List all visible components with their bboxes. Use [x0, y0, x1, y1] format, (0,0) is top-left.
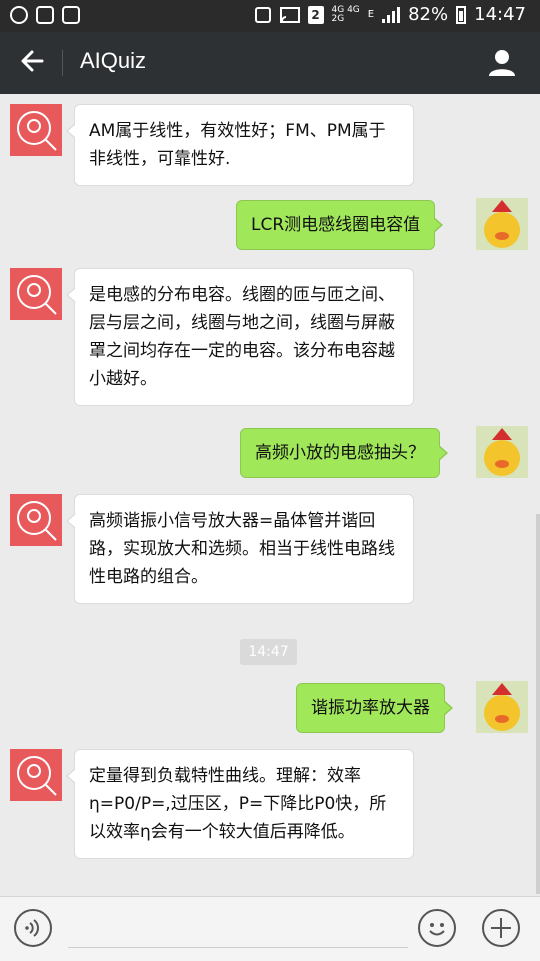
- message-bubble-bot[interactable]: 高频谐振小信号放大器=晶体管并谐回路，实现放大和选频。相当于线性电路线性电路的组…: [66, 494, 414, 604]
- status-bar: 2 4G 4G 2G E 82% 14:47: [0, 0, 540, 32]
- smiley-icon: [429, 923, 445, 936]
- message-bubble-bot[interactable]: 定量得到负载特性曲线。理解：效率η=P0/P=,过压区，P=下降比P0快，所以效…: [66, 749, 414, 859]
- message-bubble-user[interactable]: 谐振功率放大器: [296, 683, 453, 733]
- recycle-icon: [254, 6, 271, 23]
- user-avatar[interactable]: [476, 198, 528, 250]
- system-indicators: 2 4G 4G 2G E 82% 14:47: [254, 4, 526, 25]
- signal-type: E: [367, 9, 375, 20]
- user-duck-icon: [484, 428, 520, 476]
- sim-badge: 2: [307, 5, 324, 24]
- message-bubble-bot[interactable]: AM属于线性，有效性好；FM、PM属于非线性，可靠性好.: [66, 104, 414, 186]
- network-type: 4G 4G 2G: [331, 5, 360, 24]
- chat-scrollbar[interactable]: [536, 514, 540, 894]
- input-bar: [0, 896, 540, 961]
- bot-robot-icon: [17, 501, 57, 541]
- emoji-button[interactable]: [418, 909, 456, 947]
- bot-robot-icon: [17, 275, 57, 315]
- voice-wave-icon: [25, 919, 39, 937]
- bot-robot-icon: [17, 756, 57, 796]
- header-divider: [62, 50, 63, 76]
- message-timestamp: 14:47: [240, 639, 297, 665]
- user-avatar[interactable]: [476, 681, 528, 733]
- network-bottom: 2G: [331, 13, 345, 24]
- user-duck-icon: [484, 683, 520, 731]
- baidu-paw-icon: [36, 6, 54, 24]
- notification-app-icon: [10, 6, 28, 24]
- signal-icon: [382, 6, 401, 23]
- voice-input-button[interactable]: [14, 909, 52, 947]
- plus-icon: [491, 918, 511, 938]
- user-avatar[interactable]: [476, 426, 528, 478]
- contact-profile-icon[interactable]: [486, 46, 518, 78]
- bot-avatar[interactable]: [10, 104, 62, 156]
- battery-percent: 82%: [408, 4, 449, 25]
- clock: 14:47: [474, 4, 526, 25]
- message-input[interactable]: [68, 947, 408, 948]
- bot-robot-icon: [17, 111, 57, 151]
- bot-avatar[interactable]: [10, 494, 62, 546]
- more-options-button[interactable]: [482, 909, 520, 947]
- message-bubble-user[interactable]: LCR测电感线圈电容值: [236, 200, 444, 250]
- bot-avatar[interactable]: [10, 749, 62, 801]
- message-bubble-user[interactable]: 高频小放的电感抽头？: [240, 428, 448, 478]
- battery-icon: [456, 5, 467, 24]
- user-duck-icon: [484, 200, 520, 248]
- file-icon: [62, 6, 80, 24]
- chat-area[interactable]: AM属于线性，有效性好；FM、PM属于非线性，可靠性好. LCR测电感线圈电容值…: [0, 94, 540, 896]
- notification-icons: [10, 6, 80, 24]
- bot-avatar[interactable]: [10, 268, 62, 320]
- message-bubble-bot[interactable]: 是电感的分布电容。线圈的匝与匝之间、层与层之间，线圈与地之间，线圈与屏蔽罩之间均…: [66, 268, 414, 406]
- back-arrow-icon[interactable]: [18, 46, 48, 76]
- app-bar: AIQuiz: [0, 32, 540, 94]
- chat-title: AIQuiz: [80, 48, 147, 73]
- cast-icon: [279, 6, 300, 23]
